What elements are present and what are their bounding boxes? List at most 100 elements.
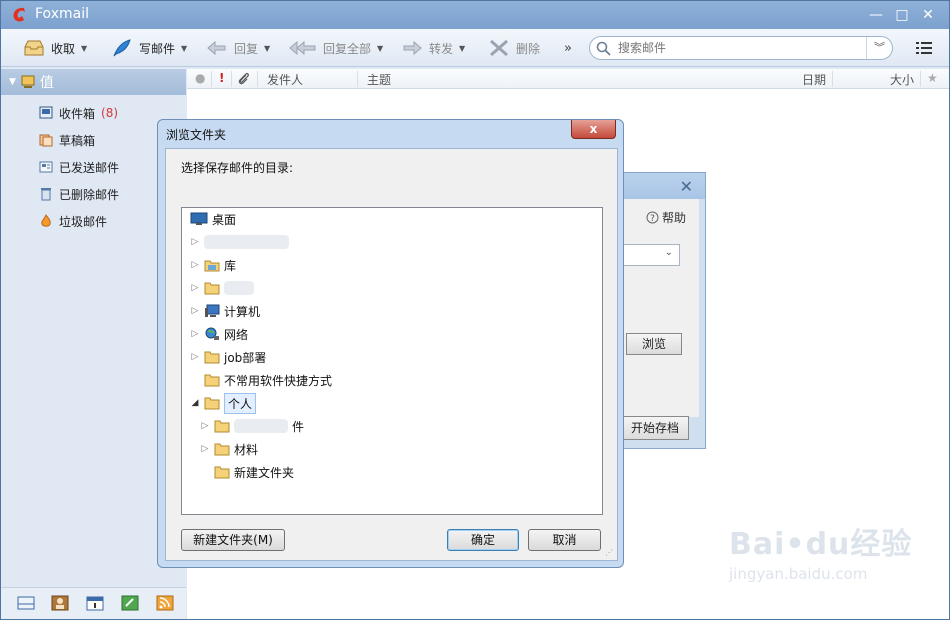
help-label: 帮助: [662, 211, 687, 225]
sender-column[interactable]: 发件人: [267, 71, 303, 88]
tree-node-label: job部署: [224, 350, 267, 365]
expand-arrow-icon[interactable]: ▷: [190, 306, 200, 316]
archive-account-select[interactable]: ⌄: [618, 244, 680, 266]
maximize-button[interactable]: □: [891, 5, 913, 25]
expand-arrow-icon[interactable]: ▷: [190, 237, 200, 247]
sidebar-item-drafts[interactable]: 草稿箱: [39, 130, 95, 150]
sidebar-item-spam[interactable]: 垃圾邮件: [39, 211, 107, 231]
search-options-icon[interactable]: ︾: [866, 37, 892, 59]
archive-dialog: ✕ ? 帮助 ⌄ 浏览: [611, 172, 706, 449]
reply-all-arrow-icon: [289, 40, 316, 56]
desktop-icon: [190, 212, 208, 225]
ok-button[interactable]: 确定: [447, 529, 519, 551]
calendar-tab-icon[interactable]: [86, 595, 104, 611]
tree-node-selected[interactable]: ◢ 个人: [190, 392, 257, 414]
new-folder-button[interactable]: 新建文件夹(M): [181, 529, 285, 551]
chevron-down-icon: ▼: [264, 43, 271, 53]
expand-arrow-icon[interactable]: ▷: [190, 329, 200, 339]
tree-node[interactable]: ▷ job部署: [190, 346, 267, 368]
sidebar-item-deleted[interactable]: 已删除邮件: [39, 184, 119, 204]
browse-folder-dialog: 浏览文件夹 x 选择保存邮件的目录: 桌面 ▷ ▷ 库 ▷ ▷ 计算机 ▷ 网络…: [157, 119, 624, 568]
dialog-close-button[interactable]: x: [571, 120, 616, 139]
tree-node[interactable]: ▷: [190, 231, 289, 253]
svg-text:?: ?: [650, 214, 655, 224]
collapse-arrow-icon[interactable]: ◢: [190, 398, 200, 408]
tree-node-label: 桌面: [212, 212, 237, 227]
tree-node[interactable]: ▷ 网络: [190, 323, 248, 345]
chevron-down-icon: ⌄: [664, 247, 673, 258]
date-column[interactable]: 日期: [802, 71, 826, 88]
tree-node[interactable]: ▷ 件: [200, 415, 304, 437]
size-column[interactable]: 大小: [890, 71, 914, 88]
close-icon[interactable]: ✕: [680, 177, 693, 196]
read-status-column-icon[interactable]: ●: [195, 71, 205, 85]
sent-icon: [39, 161, 53, 173]
tree-node[interactable]: 桌面: [190, 208, 236, 230]
reply-all-label: 回复全部: [323, 41, 372, 56]
chevron-down-icon: ▼: [81, 43, 88, 53]
baidu-watermark: Bai•du经验 jingyan.baidu.com: [729, 519, 912, 583]
reply-all-button[interactable]: 回复全部 ▼: [289, 37, 383, 59]
start-archive-button[interactable]: 开始存档: [621, 416, 689, 440]
trash-can-icon: [41, 188, 51, 201]
minimize-button[interactable]: —: [865, 5, 887, 25]
reply-label: 回复: [234, 41, 259, 56]
unread-count-badge: (8): [101, 106, 119, 120]
reply-button[interactable]: 回复 ▼: [206, 37, 270, 59]
sidebar-bottom-tabs: [1, 587, 186, 619]
mail-tab-icon[interactable]: [17, 595, 35, 611]
archive-dialog-titlebar: ✕: [612, 173, 705, 199]
expand-arrow-icon[interactable]: ▷: [200, 444, 210, 454]
rss-tab-icon[interactable]: [156, 595, 174, 611]
tree-node[interactable]: 不常用软件快捷方式: [190, 369, 332, 391]
folder-tree[interactable]: 桌面 ▷ ▷ 库 ▷ ▷ 计算机 ▷ 网络 ▷ job部署 不常用软件快捷方式 …: [181, 207, 603, 515]
tree-node[interactable]: ▷ 材料: [200, 438, 258, 460]
sidebar-item-inbox[interactable]: 收件箱 (8): [39, 103, 118, 123]
chevron-down-icon: ▼: [459, 43, 466, 53]
attachment-column-icon[interactable]: [237, 72, 251, 86]
help-icon: ?: [646, 211, 659, 224]
expand-arrow-icon[interactable]: ▷: [190, 260, 200, 270]
archive-dialog-body: ? 帮助 ⌄ 浏览: [618, 199, 699, 417]
receive-button[interactable]: 收取 ▼: [23, 37, 87, 59]
help-link[interactable]: ? 帮助: [646, 209, 686, 226]
computer-icon: [205, 304, 220, 317]
delete-button[interactable]: 删除: [488, 37, 540, 59]
dialog-title: 浏览文件夹: [166, 128, 227, 142]
forward-button[interactable]: 转发 ▼: [401, 37, 465, 59]
folder-icon: [204, 282, 220, 295]
blurred-label: [204, 235, 289, 249]
expand-arrow-icon[interactable]: ▷: [190, 283, 200, 293]
collapse-triangle-icon[interactable]: ▼: [9, 77, 16, 87]
watermark-url: jingyan.baidu.com: [729, 565, 868, 583]
resize-grip-icon[interactable]: ⋰: [605, 548, 613, 557]
blurred-label: [234, 419, 288, 433]
expand-arrow-icon[interactable]: ▷: [200, 421, 210, 431]
priority-column[interactable]: !: [219, 71, 224, 85]
tree-node[interactable]: ▷ 库: [190, 254, 236, 276]
folder-label: 已删除邮件: [59, 187, 120, 202]
folder-icon: [214, 443, 230, 456]
compose-button[interactable]: 写邮件 ▼: [111, 37, 187, 59]
tree-node[interactable]: ▷: [190, 277, 254, 299]
notes-tab-icon[interactable]: [121, 595, 139, 611]
tree-node[interactable]: ▷ 计算机: [190, 300, 260, 322]
tree-node-label: 不常用软件快捷方式: [224, 373, 333, 388]
library-icon: [204, 260, 220, 272]
search-input[interactable]: [618, 40, 858, 56]
close-window-button[interactable]: ✕: [917, 5, 939, 25]
more-toolbar-button[interactable]: »: [564, 37, 572, 59]
cancel-button[interactable]: 取消: [528, 529, 601, 551]
browse-button[interactable]: 浏览: [626, 333, 682, 355]
contacts-tab-icon[interactable]: [51, 595, 69, 611]
expand-arrow-icon[interactable]: ▷: [190, 352, 200, 362]
subject-column[interactable]: 主题: [367, 71, 391, 88]
account-header[interactable]: ▼ 值: [1, 69, 186, 95]
list-view-icon[interactable]: [913, 39, 935, 57]
sidebar-item-sent[interactable]: 已发送邮件: [39, 157, 119, 177]
folder-icon: [214, 466, 230, 479]
star-column-icon[interactable]: ★: [927, 71, 938, 85]
column-divider: [231, 71, 232, 87]
tree-node[interactable]: 新建文件夹: [200, 461, 294, 483]
forward-arrow-icon: [403, 40, 422, 56]
